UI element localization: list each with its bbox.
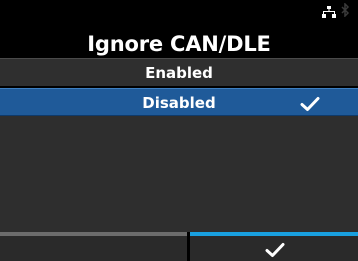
- bluetooth-icon: [341, 3, 350, 17]
- list-empty-area: [0, 116, 358, 232]
- option-disabled[interactable]: Disabled: [0, 88, 358, 116]
- option-enabled[interactable]: Enabled: [0, 58, 358, 86]
- footer-buttons: [0, 232, 358, 261]
- confirm-button[interactable]: [190, 232, 358, 261]
- option-label: Enabled: [145, 64, 213, 82]
- option-list: Enabled Disabled: [0, 58, 358, 116]
- selected-check-icon: [300, 97, 320, 111]
- page-title: Ignore CAN/DLE: [87, 32, 271, 56]
- check-icon: [265, 243, 285, 257]
- option-label: Disabled: [142, 94, 216, 112]
- back-button[interactable]: [0, 232, 187, 261]
- printer-settings-screen: Ignore CAN/DLE Enabled Disabled: [0, 0, 358, 261]
- network-icon: [322, 6, 336, 18]
- status-bar: [0, 0, 358, 20]
